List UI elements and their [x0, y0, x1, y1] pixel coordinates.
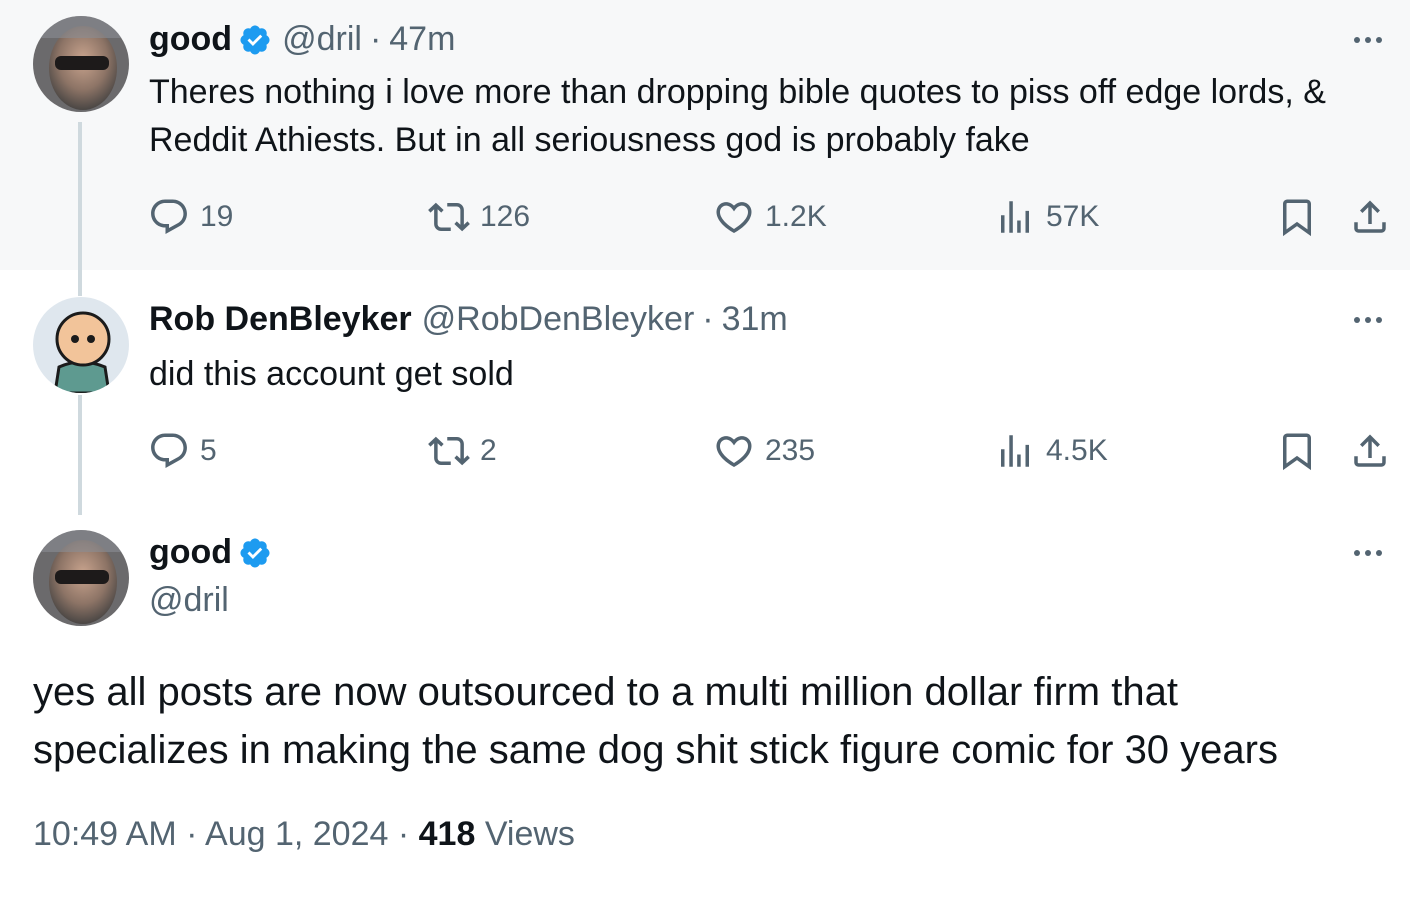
like-count: 1.2K: [765, 200, 827, 233]
heart-icon: [716, 202, 752, 234]
action-bar: 5 2 235 4.5K: [0, 430, 1410, 474]
timestamp[interactable]: 31m: [722, 300, 788, 339]
tweet-meta: 10:49 AM · Aug 1, 2024 · 418 Views: [33, 815, 575, 854]
views-count: 57K: [1046, 200, 1100, 233]
tweet-2[interactable]: Rob DenBleyker @RobDenBleyker · 31m did …: [0, 270, 1410, 515]
author-name[interactable]: good: [149, 533, 232, 572]
tweet-header: good: [149, 533, 272, 572]
tweet-header: Rob DenBleyker @RobDenBleyker · 31m: [149, 300, 788, 339]
author-handle[interactable]: @dril: [149, 581, 229, 620]
share-icon: [1354, 434, 1386, 467]
action-bar: 19 126 1.2K 57K: [0, 196, 1410, 240]
main-tweet: good @dril yes all posts are now outsour…: [0, 515, 1410, 898]
views-count: 4.5K: [1046, 434, 1108, 467]
thread-line: [78, 270, 82, 296]
repost-icon: [428, 202, 470, 232]
separator: ·: [397, 815, 410, 853]
avatar-dril[interactable]: [33, 530, 129, 626]
share-icon: [1354, 200, 1386, 233]
repost-button[interactable]: 2: [428, 430, 497, 472]
share-button[interactable]: [1349, 430, 1401, 472]
views-button[interactable]: 4.5K: [994, 430, 1108, 472]
repost-count: 126: [480, 200, 531, 233]
repost-count: 2: [480, 434, 497, 467]
reply-count: 5: [200, 434, 217, 467]
separator: ·: [702, 300, 714, 338]
post-time[interactable]: 10:49 AM: [33, 815, 177, 853]
author-handle[interactable]: @dril: [282, 20, 362, 59]
reply-button[interactable]: 19: [148, 196, 233, 238]
views-count: 418: [418, 815, 476, 853]
views-button[interactable]: 57K: [994, 196, 1099, 238]
tweet-text: Theres nothing i love more than dropping…: [149, 73, 1326, 159]
tweet-header: good @dril · 47m: [149, 20, 455, 59]
reply-icon: [151, 199, 187, 234]
like-button[interactable]: 235: [713, 430, 815, 472]
repost-button[interactable]: 126: [428, 196, 530, 238]
bookmark-icon: [1283, 433, 1311, 471]
like-count: 235: [765, 434, 816, 467]
repost-icon: [428, 436, 470, 466]
author-name[interactable]: good: [149, 20, 232, 59]
avatar-image: [33, 16, 129, 112]
like-button[interactable]: 1.2K: [713, 196, 827, 238]
handle-row: @dril: [149, 581, 229, 620]
bookmark-button[interactable]: [1276, 430, 1328, 472]
timestamp[interactable]: 47m: [389, 20, 455, 59]
author-name[interactable]: Rob DenBleyker: [149, 300, 412, 339]
heart-icon: [716, 436, 752, 468]
avatar-dril[interactable]: [33, 16, 129, 112]
reply-button[interactable]: 5: [148, 430, 217, 472]
views-label: Views: [484, 815, 575, 853]
post-date[interactable]: Aug 1, 2024: [205, 815, 388, 853]
bookmark-button[interactable]: [1276, 196, 1328, 238]
verified-badge-icon[interactable]: [238, 23, 272, 57]
tweet-1[interactable]: good @dril · 47m Theres nothing i love m…: [0, 0, 1410, 270]
reply-icon: [151, 433, 187, 468]
avatar-image: [33, 297, 129, 393]
share-button[interactable]: [1349, 196, 1401, 238]
more-icon[interactable]: [1348, 300, 1388, 340]
avatar-image: [33, 530, 129, 626]
author-handle[interactable]: @RobDenBleyker: [422, 300, 695, 339]
avatar-robdenbleyker[interactable]: [33, 297, 129, 393]
verified-badge-icon[interactable]: [238, 536, 272, 570]
bookmark-icon: [1283, 199, 1311, 237]
separator: ·: [369, 20, 382, 58]
analytics-icon: [1001, 201, 1029, 233]
reply-count: 19: [200, 200, 234, 233]
more-icon[interactable]: [1348, 20, 1388, 60]
separator: ·: [186, 815, 198, 853]
main-tweet-text: yes all posts are now outsourced to a mu…: [33, 670, 1278, 772]
tweet-text: did this account get sold: [149, 355, 514, 393]
analytics-icon: [1001, 435, 1029, 467]
more-icon[interactable]: [1348, 533, 1388, 573]
